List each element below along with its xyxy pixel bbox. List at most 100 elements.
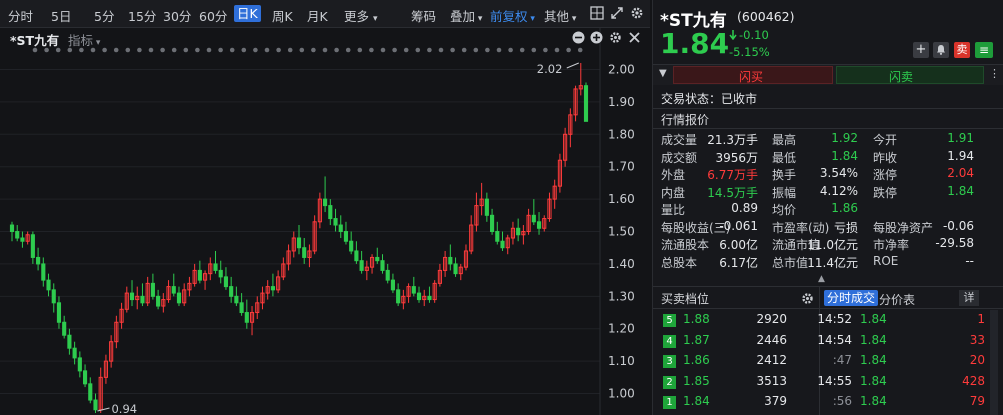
overlay-button[interactable]: 叠加 ▾ <box>450 6 482 25</box>
menu-button[interactable]: ≡ <box>975 42 993 58</box>
bid-volume: 3513 <box>756 373 787 388</box>
expand-icon[interactable] <box>610 6 624 20</box>
event-dot <box>253 47 258 53</box>
candle-body <box>239 302 244 314</box>
collapse-icon[interactable]: ▲ <box>818 274 825 284</box>
bid-price: 1.88 <box>683 312 710 326</box>
settings-icon[interactable] <box>630 6 644 20</box>
market-label: 最高 <box>772 133 797 147</box>
candle-body <box>328 205 333 220</box>
bid-volume: 379 <box>764 394 787 408</box>
y-tick-label: 1.00 <box>608 387 635 401</box>
scrollbar[interactable] <box>990 310 998 415</box>
settings-icon[interactable] <box>609 31 622 44</box>
market-label: 内盘 <box>661 185 686 200</box>
market-value: 11.0亿元 <box>807 238 858 252</box>
event-dot <box>496 47 502 53</box>
indicator-dropdown[interactable]: 指标 ▾ <box>68 30 100 49</box>
period-tab-5day[interactable]: 5日 <box>51 6 71 25</box>
period-tab-month[interactable]: 月K <box>307 6 328 25</box>
candle-body <box>67 334 72 349</box>
event-dot <box>415 47 421 53</box>
candle-body <box>36 256 41 265</box>
tab-price-table[interactable]: 分价表 <box>879 291 915 308</box>
event-dot <box>508 47 513 53</box>
chip-button[interactable]: 筹码 <box>411 6 436 25</box>
market-label: 总市值 <box>772 255 809 270</box>
minus-circle-icon[interactable] <box>572 31 585 44</box>
market-label: 流通股本 <box>661 238 710 252</box>
candle-body <box>359 260 364 271</box>
grid-icon[interactable] <box>590 6 604 20</box>
event-dot <box>345 47 351 53</box>
period-tab-fenshi[interactable]: 分时 <box>8 6 33 25</box>
candle-body <box>500 240 505 249</box>
candle-body <box>156 295 161 307</box>
period-tab-30min[interactable]: 30分 <box>163 6 191 25</box>
candle-body <box>516 227 521 236</box>
event-dot <box>380 47 386 53</box>
candle-body <box>495 231 500 242</box>
candle-body <box>197 269 202 281</box>
period-more-button[interactable]: 更多 ▾ <box>344 6 378 25</box>
chevron-down-icon: ▾ <box>569 14 577 24</box>
other-button[interactable]: 其他 ▾ <box>544 6 576 25</box>
period-tab-day[interactable]: 日K <box>234 5 261 22</box>
candle-body <box>129 292 135 301</box>
event-dot <box>322 47 328 53</box>
candle-body <box>396 289 401 304</box>
period-tab-week[interactable]: 周K <box>272 6 293 25</box>
market-value: 6.17亿 <box>719 255 758 270</box>
market-value: -29.58 <box>935 236 974 250</box>
candle-body <box>338 224 343 233</box>
market-label: 振幅 <box>772 185 797 200</box>
y-tick-label: 1.60 <box>608 192 635 206</box>
event-dot <box>241 47 247 53</box>
detail-button[interactable]: 详 <box>959 290 979 306</box>
divider <box>819 287 820 415</box>
collapse-icon[interactable]: ▼ <box>659 68 667 79</box>
more-options-icon[interactable]: ⋮ <box>989 67 1000 80</box>
plus-circle-icon[interactable] <box>590 31 603 44</box>
event-dot <box>566 47 571 53</box>
tab-time-trades[interactable]: 分时成交 <box>824 290 879 306</box>
market-label: 成交额 <box>661 150 698 165</box>
alert-button[interactable] <box>933 42 949 58</box>
event-dot <box>357 47 363 53</box>
y-tick-label: 1.80 <box>608 127 635 141</box>
period-more-label: 更多 <box>344 9 370 24</box>
event-dot <box>427 47 432 53</box>
event-dot <box>171 47 177 53</box>
candle-body <box>88 383 93 401</box>
candle-body <box>333 218 338 226</box>
close-icon[interactable] <box>628 31 641 44</box>
event-dot <box>218 47 223 53</box>
settings-icon[interactable] <box>801 292 814 305</box>
candle-body <box>150 282 155 297</box>
candle-body <box>302 247 307 258</box>
market-label: 每股净资产 <box>873 220 934 235</box>
market-value: 1.94 <box>947 148 974 163</box>
market-label: 今开 <box>873 133 898 147</box>
max-price-label: 2.02 <box>537 62 563 76</box>
sell-button[interactable]: 卖 <box>954 42 970 58</box>
period-tab-60min[interactable]: 60分 <box>199 6 227 25</box>
candle-body <box>218 269 223 278</box>
price-change: -0.10 <box>739 28 769 42</box>
arrow-down-icon <box>729 30 737 40</box>
period-tab-5min[interactable]: 5分 <box>94 6 114 25</box>
level-badge: 2 <box>663 375 676 389</box>
tick-price: 1.84 <box>860 312 887 326</box>
market-value: 1.84 <box>831 148 858 163</box>
adjust-button[interactable]: 前复权 ▾ <box>490 6 535 25</box>
candle-body <box>15 231 20 239</box>
event-dot <box>438 47 444 53</box>
event-dot <box>102 47 107 53</box>
tick-time: :56 <box>832 394 852 408</box>
add-watchlist-button[interactable]: + <box>913 42 929 58</box>
market-label: 最低 <box>772 150 797 165</box>
kline-chart[interactable]: 2.00 1.90 1.80 1.70 1.60 1.50 1.40 1.30 1.20 1.10… <box>0 28 650 415</box>
candle-body <box>62 321 67 336</box>
period-tab-15min[interactable]: 15分 <box>128 6 156 25</box>
tick-price: 1.84 <box>860 353 887 367</box>
